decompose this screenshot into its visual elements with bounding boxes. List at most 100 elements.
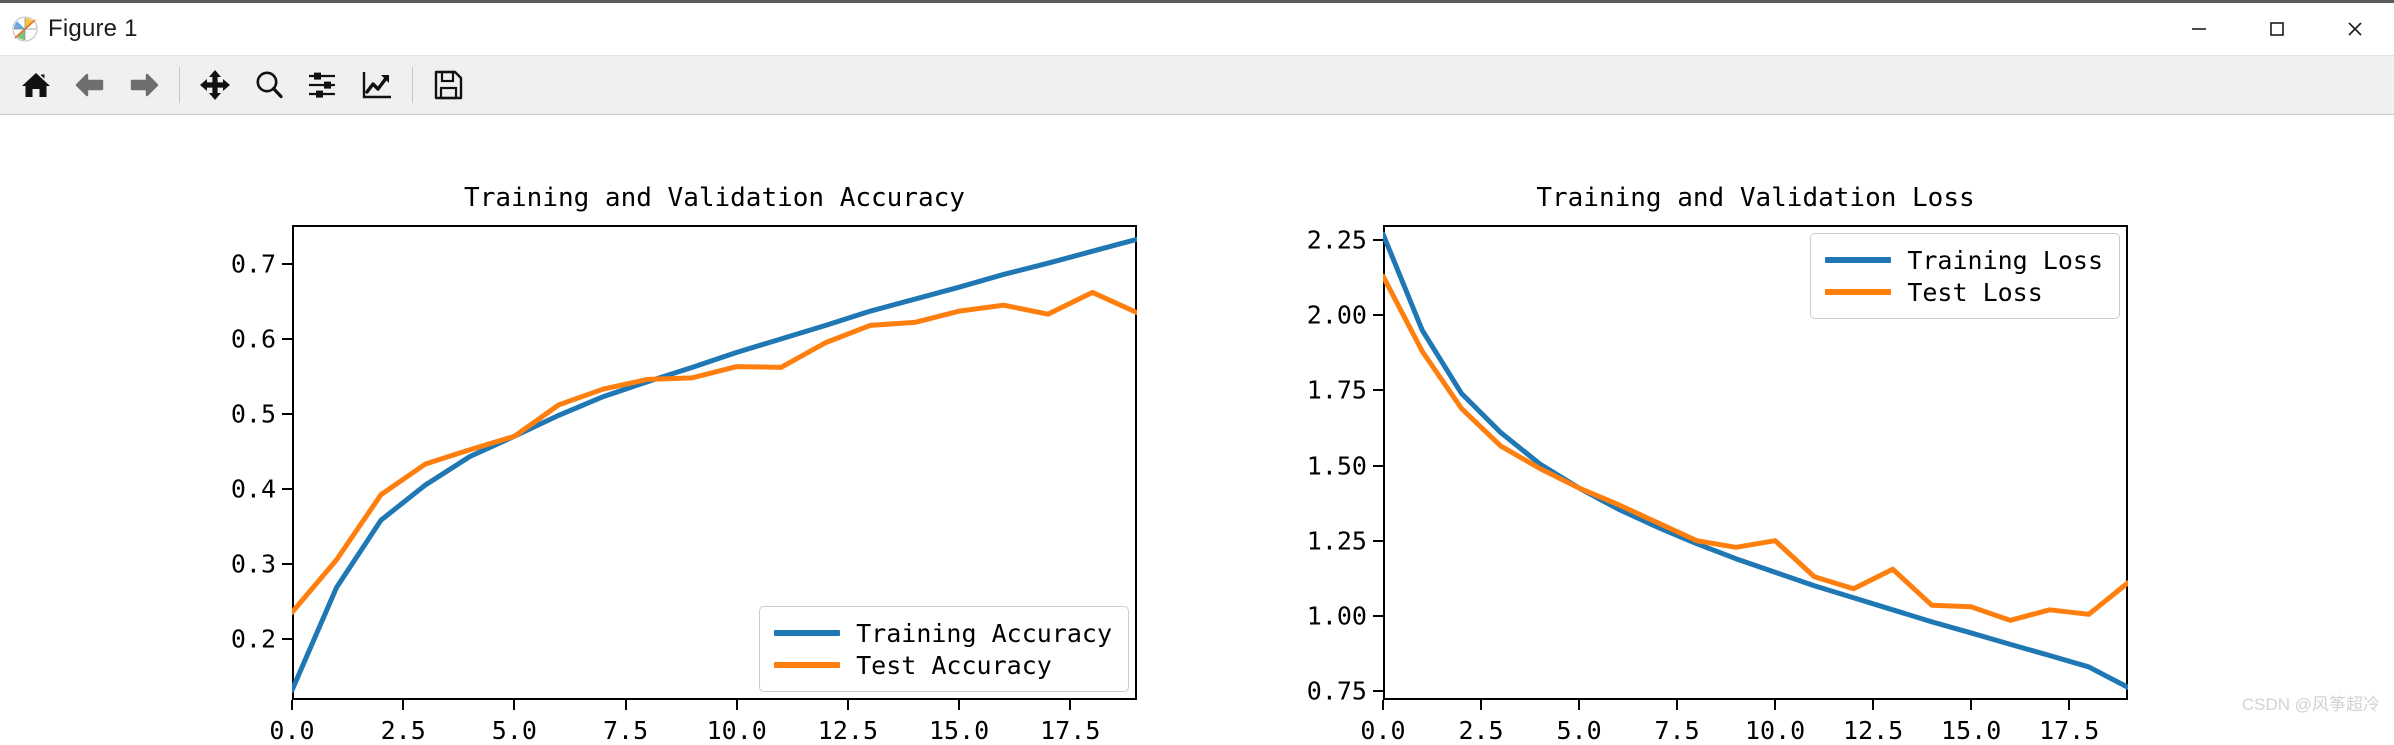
y-tick-mark xyxy=(282,337,292,340)
x-tick-label: 10.0 xyxy=(706,716,767,745)
x-tick-mark xyxy=(291,700,293,710)
legend-item: Training Accuracy xyxy=(774,617,1112,649)
title-bar-left: Figure 1 xyxy=(0,15,138,43)
x-tick-mark xyxy=(513,700,516,710)
y-tick-mark xyxy=(282,562,292,565)
pan-button[interactable] xyxy=(189,60,241,110)
x-tick-mark xyxy=(1578,700,1581,710)
y-tick-label: 2.25 xyxy=(1306,225,1367,255)
figure-window: Figure 1 Training and Validation Accurac… xyxy=(0,0,2394,745)
x-tick-label: 15.0 xyxy=(928,716,990,745)
x-tick-mark xyxy=(958,700,961,710)
y-tick-label: 1.50 xyxy=(1306,451,1367,480)
y-tick-mark xyxy=(1373,614,1383,617)
legend-label: Training Accuracy xyxy=(856,618,1112,648)
x-tick-label: 7.5 xyxy=(602,716,649,745)
window-controls xyxy=(2160,3,2394,55)
x-tick-mark xyxy=(1480,700,1483,710)
y-tick-mark xyxy=(282,412,292,415)
y-tick-mark xyxy=(1373,539,1383,542)
x-tick-label: 7.5 xyxy=(1654,716,1700,745)
y-tick-mark xyxy=(1373,389,1383,392)
x-tick-mark xyxy=(1872,700,1875,710)
matplotlib-icon xyxy=(12,16,38,42)
toolbar-separator xyxy=(179,67,180,103)
legend-label: Test Accuracy xyxy=(856,650,1052,680)
x-tick-label: 5.0 xyxy=(1556,716,1602,745)
configure-subplots-button[interactable] xyxy=(297,60,349,110)
y-tick-label: 0.75 xyxy=(1306,676,1367,706)
forward-button[interactable] xyxy=(118,60,170,110)
maximize-button[interactable] xyxy=(2238,3,2316,55)
x-tick-label: 15.0 xyxy=(1941,716,2002,745)
legend-swatch-training xyxy=(774,630,841,636)
x-tick-label: 5.0 xyxy=(491,716,537,745)
legend-item: Test Accuracy xyxy=(774,649,1112,681)
y-tick-label: 2.00 xyxy=(1306,300,1367,330)
y-tick-label: 1.00 xyxy=(1306,601,1367,631)
minimize-button[interactable] xyxy=(2160,3,2238,55)
y-tick-mark xyxy=(282,637,292,640)
axes-title: Training and Validation Accuracy xyxy=(464,183,965,213)
x-tick-mark xyxy=(2068,700,2071,710)
legend-swatch-test xyxy=(774,662,841,668)
sliders-icon xyxy=(309,72,335,98)
arrow-left-icon xyxy=(75,73,104,97)
magnifier-icon xyxy=(256,71,283,99)
y-tick-mark xyxy=(282,262,292,265)
close-button[interactable] xyxy=(2316,3,2394,55)
maximize-icon xyxy=(2270,22,2284,36)
x-tick-label: 0.0 xyxy=(269,716,315,745)
x-tick-label: 17.5 xyxy=(1040,716,1101,745)
save-button[interactable] xyxy=(422,60,474,110)
back-button[interactable] xyxy=(64,60,116,110)
y-tick-mark xyxy=(282,487,292,490)
watermark: CSDN @风筝超冷 xyxy=(2241,695,2380,714)
y-tick-mark xyxy=(1373,689,1383,692)
x-tick-label: 0.0 xyxy=(1360,716,1406,745)
y-tick-mark xyxy=(1373,239,1383,242)
legend-swatch-training xyxy=(1825,257,1892,263)
move-icon xyxy=(200,70,230,100)
floppy-disk-icon xyxy=(434,70,463,100)
x-tick-mark xyxy=(1069,700,1072,710)
axes-loss[interactable]: Training and Validation Loss Training Lo… xyxy=(1307,183,2128,745)
figure-canvas[interactable]: Training and Validation Accuracy Trainin… xyxy=(0,115,2394,745)
navigation-toolbar xyxy=(0,55,2394,115)
x-tick-mark xyxy=(402,700,405,710)
series-line-test xyxy=(292,289,1137,615)
axes-accuracy[interactable]: Training and Validation Accuracy Trainin… xyxy=(231,183,1137,745)
x-tick-mark xyxy=(624,700,627,710)
window-title: Figure 1 xyxy=(48,15,138,42)
x-tick-label: 2.5 xyxy=(380,716,426,745)
x-tick-label: 17.5 xyxy=(2039,716,2100,745)
line-chart-icon xyxy=(362,72,391,99)
y-tick-label: 1.75 xyxy=(1306,375,1367,405)
arrow-right-icon xyxy=(130,73,159,97)
x-tick-label: 12.5 xyxy=(1843,716,1904,745)
x-tick-label: 10.0 xyxy=(1744,716,1806,745)
axes-title: Training and Validation Loss xyxy=(1536,183,1975,213)
legend-loss[interactable]: Training Loss Test Loss xyxy=(1810,233,2120,319)
legend-item: Training Loss xyxy=(1825,244,2103,276)
x-tick-mark xyxy=(1676,700,1679,710)
y-tick-mark xyxy=(1373,314,1383,317)
x-tick-mark xyxy=(1382,700,1384,710)
zoom-button[interactable] xyxy=(243,60,295,110)
close-icon xyxy=(2348,22,2362,36)
title-bar: Figure 1 xyxy=(0,3,2394,55)
legend-label: Test Loss xyxy=(1907,277,2043,307)
series-line-test xyxy=(1383,273,2128,623)
toolbar-separator xyxy=(412,67,413,103)
y-tick-mark xyxy=(1373,464,1383,467)
home-icon xyxy=(22,73,50,97)
x-tick-mark xyxy=(735,700,738,710)
home-button[interactable] xyxy=(10,60,62,110)
x-tick-label: 2.5 xyxy=(1458,716,1504,745)
x-tick-mark xyxy=(1774,700,1777,710)
edit-curves-button[interactable] xyxy=(351,60,403,110)
legend-label: Training Loss xyxy=(1907,245,2103,275)
y-tick-label: 1.25 xyxy=(1306,526,1367,556)
legend-accuracy[interactable]: Training Accuracy Test Accuracy xyxy=(759,606,1129,692)
x-tick-mark xyxy=(846,700,849,710)
